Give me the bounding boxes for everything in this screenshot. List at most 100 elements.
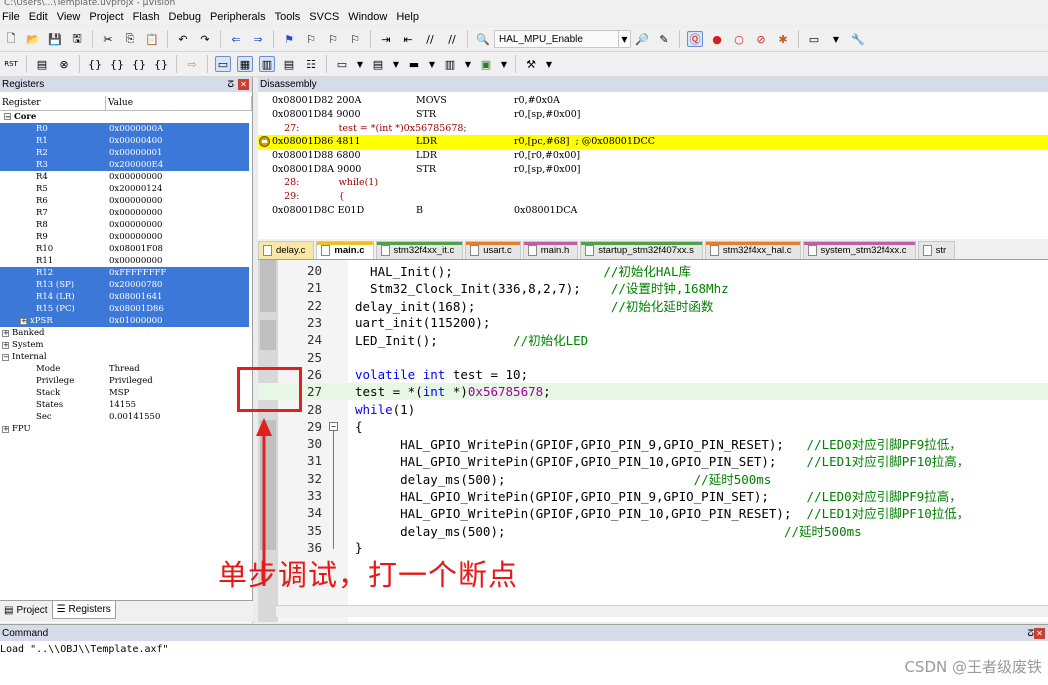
register-row[interactable]: + xPSR 0x01000000 (0, 315, 249, 327)
menu-view[interactable]: View (55, 11, 88, 23)
register-value[interactable]: 0xFFFFFFFF (106, 268, 166, 278)
chevron-down-icon[interactable]: ▼ (545, 56, 553, 72)
step-over-icon[interactable]: {} (109, 56, 125, 72)
save-all-icon[interactable]: 🖫 (69, 31, 85, 47)
tab-main-c[interactable]: main.c (316, 241, 374, 259)
menu-debug[interactable]: Debug (167, 11, 208, 23)
register-row[interactable]: R5 0x20000124 (0, 183, 252, 195)
breakpoint-kill-all-icon[interactable]: ✱ (775, 31, 791, 47)
code-line[interactable]: 35 delay_ms(500); //延时500ms (258, 522, 1048, 539)
code-line[interactable]: 27 test = *(int *)0x56785678; (258, 383, 1048, 401)
code-line[interactable]: 32 delay_ms(500); //延时500ms (258, 470, 1048, 487)
tab-delay-c[interactable]: delay.c (258, 241, 315, 259)
register-row[interactable]: R1 0x00000400 (0, 135, 249, 147)
register-row[interactable]: R10 0x08001F08 (0, 243, 252, 255)
disassembly-row[interactable]: 0x08001D8C E01D B 0x08001DCA (258, 204, 1048, 218)
window-layout-icon[interactable]: ▭ (806, 31, 822, 47)
disassembly-row[interactable]: 28: while(1) (258, 176, 1048, 190)
disassembly-row[interactable]: 27: test = *(int *)0x56785678; (258, 121, 1048, 135)
horizontal-scrollbar[interactable] (276, 605, 1048, 617)
chevron-down-icon[interactable]: ▼ (356, 56, 364, 72)
register-value[interactable]: 0x01000000 (106, 316, 162, 326)
register-row[interactable]: Mode Thread (0, 363, 252, 375)
tab-registers[interactable]: ☰ Registers (51, 601, 116, 619)
register-row[interactable]: Privilege Privileged (0, 375, 252, 387)
menu-tools[interactable]: Tools (273, 11, 308, 23)
tab-usart-c[interactable]: usart.c (465, 241, 521, 259)
stop-icon[interactable]: ⊗ (56, 56, 72, 72)
column-register[interactable]: Register (0, 96, 106, 110)
find-combo[interactable]: HAL_MPU_Enable (494, 30, 619, 48)
tab-stm32f4xx-hal-c[interactable]: stm32f4xx_hal.c (704, 241, 801, 259)
pin-icon[interactable]: ⵒ (1027, 628, 1034, 639)
register-row[interactable]: R2 0x00000001 (0, 147, 249, 159)
memory-window-icon[interactable]: ▤ (370, 56, 386, 72)
toolbox-icon[interactable]: ⚒ (523, 56, 539, 72)
disassembly-row[interactable]: 0x08001D84 9000 STR r0,[sp,#0x00] (258, 108, 1048, 122)
trace-window-icon[interactable]: ▣ (478, 56, 494, 72)
menu-file[interactable]: File (0, 11, 27, 23)
register-value[interactable]: 0x00000000 (106, 196, 162, 206)
register-row[interactable]: Sec 0.00141550 (0, 411, 252, 423)
register-value[interactable]: 0.00141550 (106, 412, 160, 422)
tab-project[interactable]: ▤ Project (0, 601, 52, 619)
analysis-window-icon[interactable]: ▥ (442, 56, 458, 72)
register-value[interactable]: 0x00000400 (106, 136, 162, 146)
code-line[interactable]: 24 LED_Init(); //初始化LED (258, 331, 1048, 348)
code-line[interactable]: 21 Stm32_Clock_Init(336,8,2,7); //设置时钟,1… (258, 279, 1048, 296)
disassembly-row[interactable]: 0x08001D8A 9000 STR r0,[sp,#0x00] (258, 162, 1048, 176)
bookmark-clear-icon[interactable]: ⚐ (347, 31, 363, 47)
register-row[interactable]: R11 0x00000000 (0, 255, 252, 267)
register-value[interactable]: 0x00000000 (106, 232, 162, 242)
run-to-cursor-icon[interactable]: {} (153, 56, 169, 72)
menu-window[interactable]: Window (346, 11, 394, 23)
register-row[interactable]: + FPU (0, 423, 252, 435)
expand-icon[interactable]: + (20, 318, 27, 325)
register-row[interactable]: R14 (LR) 0x08001641 (0, 291, 249, 303)
menu-edit[interactable]: Edit (27, 11, 55, 23)
step-into-icon[interactable]: {} (87, 56, 103, 72)
disassembly-row[interactable]: 0x08001D88 6800 LDR r0,[r0,#0x00] (258, 149, 1048, 163)
find-in-files-icon[interactable]: 🔍 (475, 31, 491, 47)
new-file-icon[interactable]: 🗋 (3, 31, 19, 47)
register-value[interactable]: 0x00000000 (106, 172, 162, 182)
code-line[interactable]: 30 HAL_GPIO_WritePin(GPIOF,GPIO_PIN_9,GP… (258, 435, 1048, 452)
register-row[interactable]: States 14155 (0, 399, 252, 411)
chevron-down-icon[interactable]: ▼ (464, 56, 472, 72)
tab-str[interactable]: str (917, 241, 956, 259)
redo-icon[interactable]: ↷ (197, 31, 213, 47)
register-row[interactable]: + Banked (0, 327, 252, 339)
undo-icon[interactable]: ↶ (175, 31, 191, 47)
incremental-find-icon[interactable]: ✎ (656, 31, 672, 47)
chevron-down-icon[interactable]: ▼ (619, 30, 631, 48)
code-line[interactable]: 26 volatile int test = 10; (258, 366, 1048, 383)
registers-window-icon[interactable]: ▤ (281, 56, 297, 72)
register-value[interactable]: Privileged (106, 376, 153, 386)
register-value[interactable]: 0x00000000 (106, 208, 162, 218)
register-value[interactable]: 0x00000001 (106, 148, 162, 158)
expand-icon[interactable]: + (2, 342, 9, 349)
tab-main-h[interactable]: main.h (522, 241, 579, 259)
register-row[interactable]: R7 0x00000000 (0, 207, 252, 219)
register-value[interactable]: 14155 (106, 400, 136, 410)
bookmark-next-icon[interactable]: ⚐ (325, 31, 341, 47)
comment-icon[interactable]: // (422, 31, 438, 47)
register-row[interactable]: R4 0x00000000 (0, 171, 252, 183)
nav-back-icon[interactable]: ⇐ (228, 31, 244, 47)
code-line[interactable]: 33 HAL_GPIO_WritePin(GPIOF,GPIO_PIN_9,GP… (258, 487, 1048, 504)
register-value[interactable]: 0x08001641 (106, 292, 162, 302)
nav-forward-icon[interactable]: ⇒ (250, 31, 266, 47)
chevron-down-icon[interactable]: ▼ (500, 56, 508, 72)
breakpoint-disable-all-icon[interactable]: ⊘ (753, 31, 769, 47)
reset-icon[interactable]: RST (3, 56, 19, 72)
watch-window-icon[interactable]: ▭ (334, 56, 350, 72)
register-value[interactable]: 0x08001F08 (106, 244, 163, 254)
save-icon[interactable]: 💾 (47, 31, 63, 47)
open-folder-icon[interactable]: 📂 (25, 31, 41, 47)
code-line[interactable]: 28 while(1) (258, 400, 1048, 417)
collapse-icon[interactable]: − (4, 113, 11, 120)
disassembly-current-row[interactable]: 0x08001D86 4811 LDR r0,[pc,#68] ; @0x08001… (258, 135, 1048, 149)
register-row[interactable]: − Core (0, 111, 252, 123)
paste-icon[interactable]: 📋 (144, 31, 160, 47)
code-line[interactable]: 22 delay_init(168); //初始化延时函数 (258, 297, 1048, 314)
